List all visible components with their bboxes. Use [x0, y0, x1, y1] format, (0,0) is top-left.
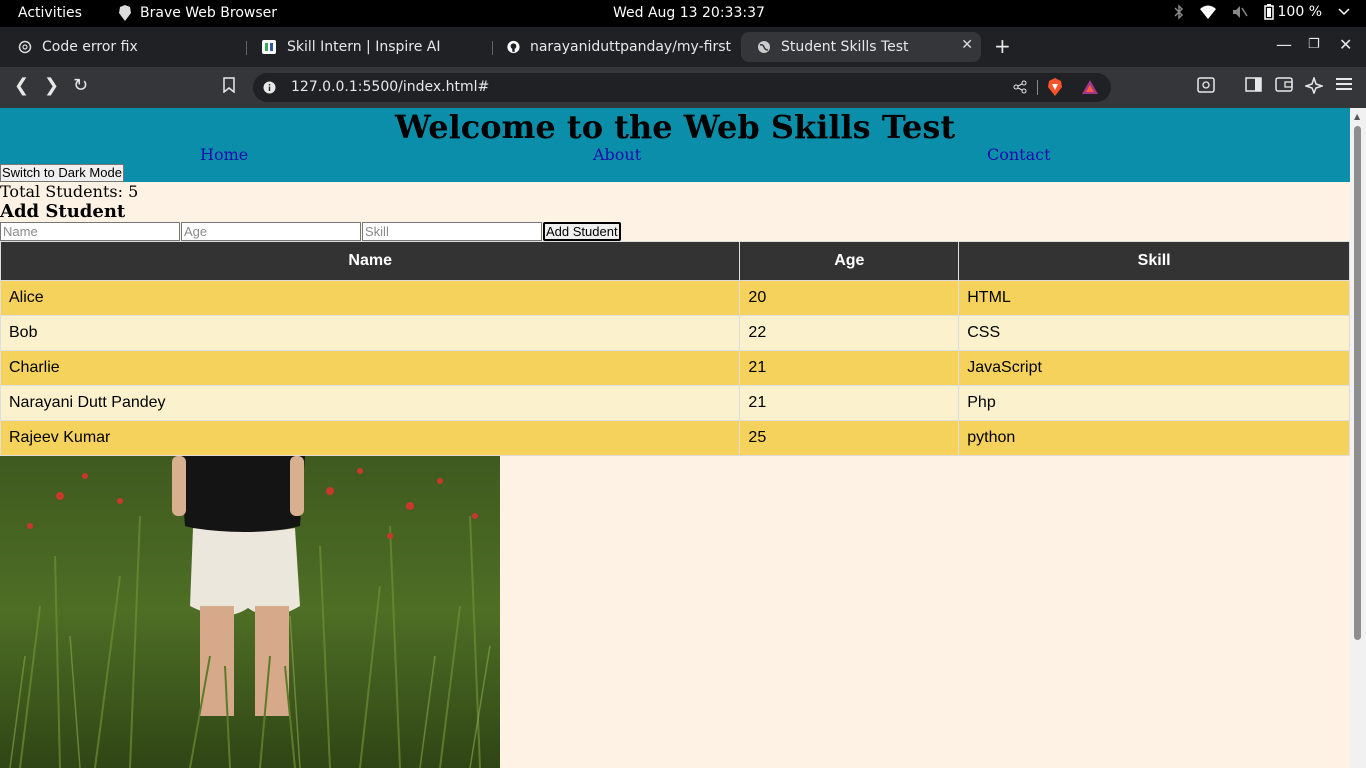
cell-name: Rajeev Kumar — [0, 420, 741, 456]
reload-icon[interactable]: ↻ — [73, 75, 88, 96]
tab-close-icon[interactable]: ✕ — [961, 37, 973, 53]
table-row: Rajeev Kumar 25 python — [0, 420, 1350, 456]
tab-title: Skill Intern | Inspire AI — [287, 39, 441, 55]
page-scrollbar[interactable]: ▲ — [1350, 108, 1366, 768]
battery-icon — [1263, 4, 1274, 20]
nav-link-contact[interactable]: Contact — [987, 145, 1051, 164]
cell-skill: CSS — [958, 315, 1350, 351]
column-header-skill: Skill — [958, 241, 1350, 281]
close-window-icon[interactable]: ✕ — [1339, 35, 1352, 54]
cell-name: Charlie — [0, 350, 741, 386]
table-row: Narayani Dutt Pandey 21 Php — [0, 385, 1350, 421]
cell-age: 22 — [739, 315, 960, 351]
add-student-button[interactable]: Add Student — [543, 222, 621, 241]
clock[interactable]: Wed Aug 13 20:33:37 — [613, 5, 765, 21]
tab-skill-intern[interactable]: Skill Intern | Inspire AI — [245, 32, 485, 62]
column-header-age: Age — [739, 241, 960, 281]
name-input[interactable] — [0, 222, 180, 241]
photo-illustration — [0, 456, 500, 768]
table-header-row: Name Age Skill — [0, 241, 1350, 281]
app-name: Brave Web Browser — [140, 5, 277, 21]
forward-icon[interactable]: ❯ — [44, 75, 59, 96]
tab-github-repo[interactable]: narayaniduttpanday/my-first — [491, 32, 731, 62]
new-tab-button[interactable]: + — [994, 34, 1011, 58]
menu-icon[interactable] — [1336, 77, 1352, 91]
volume-muted-icon — [1232, 6, 1248, 18]
table-row: Charlie 21 JavaScript — [0, 350, 1350, 386]
bookmark-icon[interactable] — [223, 77, 235, 93]
skill-input[interactable] — [362, 222, 542, 241]
tab-code-error-fix[interactable]: Code error fix — [2, 32, 242, 62]
cell-skill: python — [958, 420, 1350, 456]
age-input[interactable] — [181, 222, 361, 241]
dark-mode-button[interactable]: Switch to Dark Mode — [0, 164, 124, 182]
field-photo — [0, 456, 500, 768]
wallet-icon[interactable] — [1275, 77, 1293, 92]
cell-age: 21 — [739, 385, 960, 421]
add-student-heading: Add Student — [0, 201, 126, 222]
url-text: 127.0.0.1:5500/index.html# — [291, 79, 490, 95]
tab-title: Student Skills Test — [781, 39, 909, 55]
app-menu[interactable]: Brave Web Browser — [118, 5, 277, 21]
brave-lion-icon — [119, 5, 131, 21]
cell-name: Bob — [0, 315, 741, 351]
url-divider — [1037, 80, 1038, 95]
github-icon — [507, 40, 520, 54]
tab-title: narayaniduttpanday/my-first — [529, 39, 731, 55]
power-menu-icon — [1338, 8, 1350, 16]
restore-icon[interactable]: ❐ — [1308, 37, 1320, 52]
cell-age: 21 — [739, 350, 960, 386]
browser-toolbar: ❮ ❯ ↻ 127.0.0.1:5500/index.html# — [0, 67, 1366, 108]
address-bar[interactable]: 127.0.0.1:5500/index.html# — [253, 73, 1111, 102]
cell-skill: JavaScript — [958, 350, 1350, 386]
openai-icon — [18, 40, 32, 54]
students-table: Name Age Skill Alice 20 HTML Bob 22 CSS … — [0, 241, 1350, 456]
activities-button[interactable]: Activities — [18, 5, 82, 21]
tab-student-skills-test[interactable]: Student Skills Test ✕ — [741, 32, 981, 62]
share-icon[interactable] — [1013, 80, 1027, 94]
nav-link-home[interactable]: Home — [200, 145, 248, 164]
system-top-bar: Activities Brave Web Browser Wed Aug 13 … — [0, 0, 1366, 27]
site-header: Welcome to the Web Skills Test Home Abou… — [0, 108, 1350, 182]
column-header-name: Name — [0, 241, 741, 281]
back-icon[interactable]: ❮ — [14, 75, 29, 96]
tab-title: Code error fix — [42, 39, 138, 55]
globe-icon — [758, 41, 770, 53]
table-row: Alice 20 HTML — [0, 280, 1350, 316]
cell-age: 20 — [739, 280, 960, 316]
bluetooth-icon — [1173, 4, 1183, 20]
leo-ai-icon[interactable] — [1305, 77, 1323, 94]
battery-percent: 100 % — [1277, 4, 1322, 20]
total-students: Total Students: 5 — [0, 182, 139, 201]
brave-rewards-icon[interactable] — [1082, 80, 1098, 94]
nav-link-about[interactable]: About — [593, 145, 641, 164]
scroll-up-icon[interactable]: ▲ — [1354, 112, 1360, 121]
site-info-icon[interactable] — [263, 81, 276, 94]
cell-skill: Php — [958, 385, 1350, 421]
sidebar-icon[interactable] — [1245, 77, 1262, 92]
page-title: Welcome to the Web Skills Test — [394, 108, 956, 146]
tab-strip: Code error fix Skill Intern | Inspire AI… — [0, 27, 1366, 67]
cell-name: Narayani Dutt Pandey — [0, 385, 741, 421]
table-row: Bob 22 CSS — [0, 315, 1350, 351]
scrollbar-thumb[interactable] — [1354, 126, 1361, 640]
cell-name: Alice — [0, 280, 741, 316]
brave-shields-icon[interactable] — [1047, 78, 1063, 96]
cell-age: 25 — [739, 420, 960, 456]
cell-skill: HTML — [958, 280, 1350, 316]
wifi-icon — [1199, 5, 1216, 19]
minimize-icon[interactable]: — — [1276, 35, 1292, 54]
site-icon — [262, 40, 276, 54]
page-viewport: Welcome to the Web Skills Test Home Abou… — [0, 108, 1350, 768]
system-tray[interactable]: 100 % — [1173, 4, 1350, 20]
reader-mode-icon[interactable] — [1197, 77, 1215, 93]
